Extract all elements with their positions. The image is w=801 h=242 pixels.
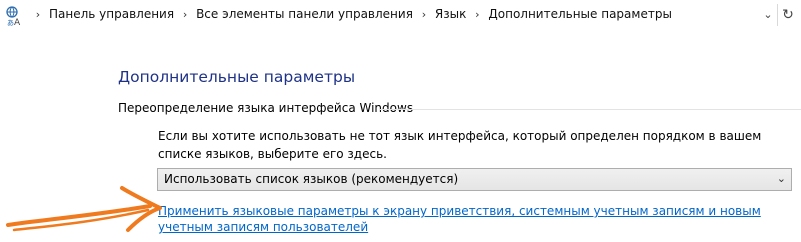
breadcrumb-language[interactable]: Язык bbox=[433, 7, 468, 21]
address-bar-divider bbox=[777, 4, 778, 26]
breadcrumb-advanced-settings[interactable]: Дополнительные параметры bbox=[486, 7, 674, 21]
chevron-right-icon[interactable]: › bbox=[29, 8, 47, 21]
refresh-icon[interactable]: ↻ bbox=[779, 6, 797, 24]
address-bar-controls: ⌄ ↻ bbox=[757, 0, 801, 33]
display-language-select-value: Использовать список языков (рекомендуетс… bbox=[164, 172, 459, 186]
svg-text:A: A bbox=[14, 18, 21, 27]
chevron-right-icon[interactable]: › bbox=[176, 8, 194, 21]
page-title: Дополнительные параметры bbox=[118, 68, 356, 86]
section-heading: Переопределение языка интерфейса Windows bbox=[118, 101, 414, 115]
language-control-panel-icon: A あ bbox=[6, 6, 21, 27]
annotation-arrow-icon bbox=[6, 186, 162, 232]
breadcrumb: › Панель управления › Все элементы панел… bbox=[29, 7, 674, 21]
display-language-select[interactable]: Использовать список языков (рекомендуетс… bbox=[157, 168, 792, 191]
chevron-down-icon: ⌄ bbox=[776, 172, 786, 185]
chevron-right-icon[interactable]: › bbox=[468, 8, 486, 21]
section-description: Если вы хотите использовать не тот язык … bbox=[158, 129, 762, 161]
breadcrumb-control-panel[interactable]: Панель управления bbox=[47, 7, 176, 21]
apply-language-settings-link[interactable]: Применить языковые параметры к экрану пр… bbox=[158, 203, 798, 235]
chevron-right-icon[interactable]: › bbox=[415, 8, 433, 21]
svg-text:あ: あ bbox=[7, 19, 14, 27]
section-divider bbox=[379, 109, 801, 110]
breadcrumb-all-items[interactable]: Все элементы панели управления bbox=[194, 7, 415, 21]
control-panel-window: A あ › Панель управления › Все элементы п… bbox=[0, 0, 801, 242]
address-bar[interactable]: A あ › Панель управления › Все элементы п… bbox=[0, 0, 801, 33]
chevron-down-icon[interactable]: ⌄ bbox=[759, 6, 777, 24]
